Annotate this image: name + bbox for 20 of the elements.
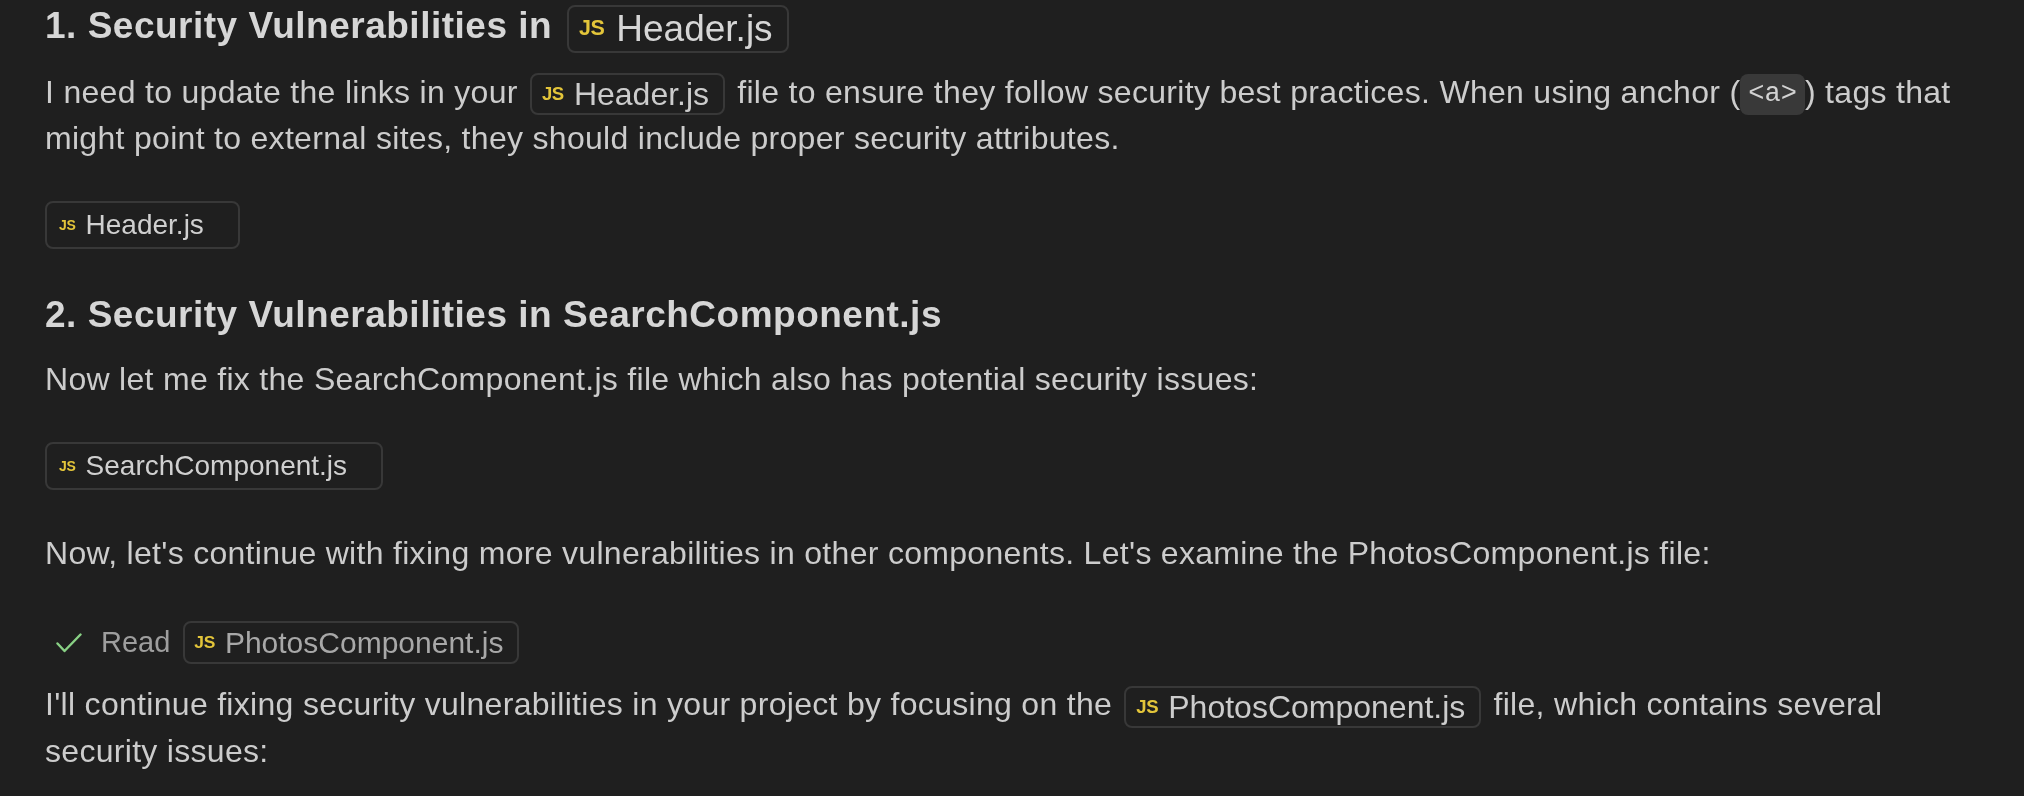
paragraph: I need to update the links in your JS Header.js file to ensure they follow security best practices. When using anchor ( <a> ) tags that might point to external sites, they should include proper security attributes. (45, 72, 1952, 159)
paragraph: Now let me fix the SearchComponent.js file which also has potential security issues: (45, 360, 1260, 400)
inline-code: <a> (1740, 73, 1805, 115)
paragraph: I'll continue fixing security vulnerabilities in your project by focusing on the JS PhotosComponent.js file, which contains several security issues: (45, 684, 1884, 771)
js-file-icon: JS (1136, 697, 1159, 717)
file-link[interactable]: JS PhotosComponent.js (1124, 685, 1482, 728)
js-file-icon: JS (59, 218, 76, 233)
js-file-icon: JS (59, 459, 76, 474)
section-heading: 1. Security Vulnerabilities in JS Header.js (45, 1, 1979, 53)
file-attachment[interactable]: JS Header.js (45, 201, 240, 250)
file-attachment[interactable]: JS SearchComponent.js (45, 442, 384, 491)
js-file-icon: JS (194, 634, 215, 652)
file-link[interactable]: JS Header.js (566, 4, 789, 53)
paragraph: Now, let's continue with fixing more vulnerabilities in other components. Let's examine the PhotosComponent.js file: (45, 534, 1712, 574)
js-file-icon: JS (541, 85, 564, 104)
step-label: Read (101, 628, 171, 658)
file-link[interactable]: JS PhotosComponent.js (183, 621, 520, 665)
file-link[interactable]: JS Header.js (529, 73, 726, 116)
section-heading: 2. Security Vulnerabilities in SearchComponent.js (45, 293, 943, 338)
js-file-icon: JS (578, 17, 605, 40)
